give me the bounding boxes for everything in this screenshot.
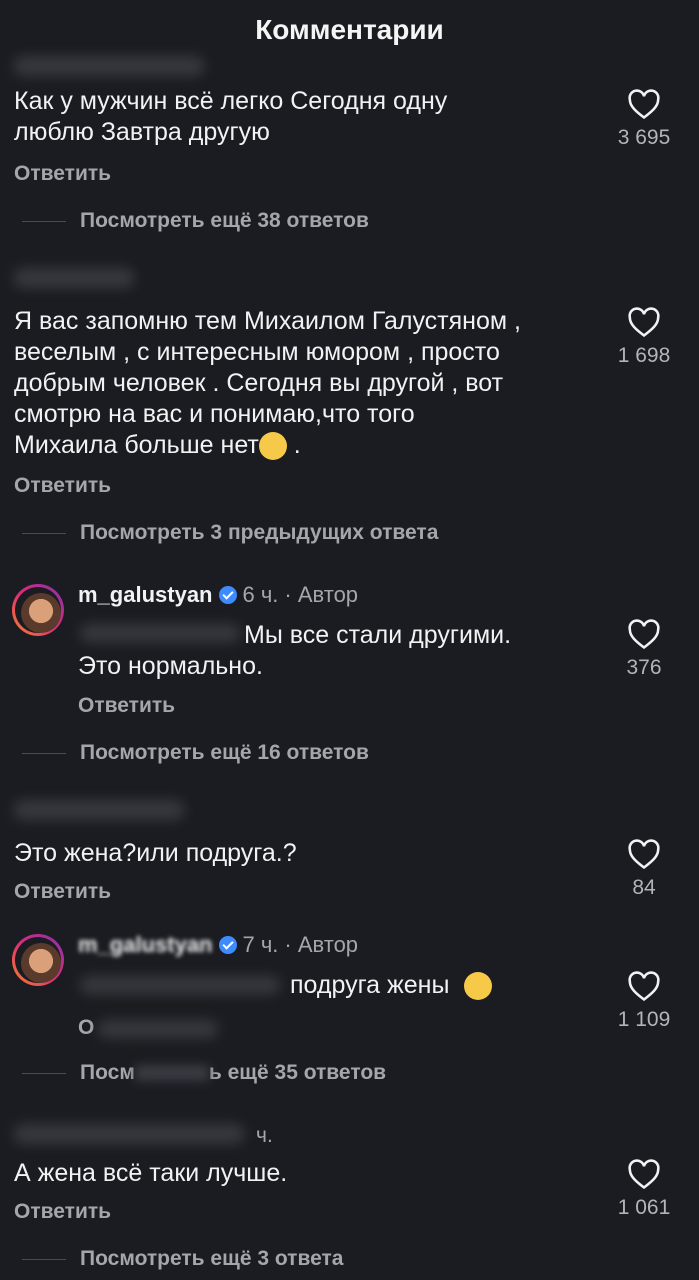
- view-previous-replies[interactable]: Посмотреть 3 предыдущих ответа: [22, 518, 438, 548]
- view-more-replies[interactable]: Посмотреть ещё 16 ответов: [22, 738, 369, 768]
- author-tag: · Автор: [284, 582, 359, 607]
- heart-outline-icon: [628, 1159, 660, 1190]
- like-count: 84: [632, 876, 656, 899]
- author-row: m_galustyan 6 ч. · Автор: [78, 582, 358, 608]
- like-button[interactable]: 376: [604, 618, 684, 680]
- avatar[interactable]: [12, 934, 64, 986]
- blurred-username: [14, 56, 204, 76]
- view-more-label: Посмотреть 3 предыдущих ответа: [80, 521, 439, 544]
- comment-text: Это жена?или подруга.?: [14, 839, 297, 867]
- like-count: 1 061: [617, 1196, 671, 1219]
- view-more-replies[interactable]: Посмотреть ещё 3 ответа: [22, 1244, 343, 1274]
- comment-text: Как у мужчин всё легко Сегодня одну любл…: [14, 87, 448, 146]
- like-button[interactable]: 1 698: [604, 306, 684, 368]
- timestamp: 7 ч.: [242, 932, 279, 957]
- view-more-label: Посм ь ещё 35 ответов: [80, 1061, 387, 1084]
- blurred-username: [14, 800, 184, 820]
- reply-button[interactable]: О: [78, 1016, 94, 1040]
- blurred-mention: [80, 976, 280, 994]
- author-tag: · Автор: [284, 932, 359, 957]
- comment-text: Это нормально.: [78, 652, 263, 680]
- heart-outline-icon: [628, 89, 660, 120]
- reply-button[interactable]: Ответить: [14, 162, 111, 186]
- timestamp: ч.: [256, 1124, 273, 1147]
- comment-text: подруга жены: [290, 970, 493, 1001]
- avatar[interactable]: [12, 584, 64, 636]
- author-row: m_galustyan 7 ч. · Автор: [78, 932, 358, 958]
- page-title: Комментарии: [255, 14, 444, 45]
- author-name[interactable]: m_galustyan: [78, 582, 213, 608]
- view-more-replies[interactable]: Посмотреть ещё 38 ответов: [22, 206, 369, 236]
- like-button[interactable]: 3 695: [604, 88, 684, 150]
- heart-outline-icon: [628, 971, 660, 1002]
- like-count: 376: [626, 656, 662, 679]
- verified-badge-icon: [218, 586, 237, 604]
- view-more-label: Посмотреть ещё 3 ответа: [80, 1247, 344, 1270]
- divider: [22, 1258, 66, 1260]
- verified-badge-icon: [218, 936, 237, 954]
- blurred-area: [98, 1020, 218, 1038]
- divider: [22, 752, 66, 754]
- reply-button[interactable]: Ответить: [14, 474, 111, 498]
- comment-text: Мы все стали другими.: [244, 621, 512, 649]
- reply-button[interactable]: Ответить: [78, 694, 175, 718]
- divider: [22, 532, 66, 534]
- reply-button[interactable]: Ответить: [14, 1200, 111, 1224]
- like-count: 1 109: [617, 1008, 671, 1031]
- like-button[interactable]: 1 109: [604, 970, 684, 1032]
- timestamp: 6 ч.: [242, 582, 279, 607]
- divider: [22, 1072, 66, 1074]
- divider: [22, 220, 66, 222]
- blurred-username: [14, 1124, 244, 1144]
- like-count: 3 695: [617, 126, 671, 149]
- laughing-emoji-icon: [464, 972, 493, 1001]
- reply-button[interactable]: Ответить: [14, 880, 111, 904]
- view-more-replies[interactable]: Посм ь ещё 35 ответов: [22, 1058, 386, 1088]
- comment-text: А жена всё таки лучше.: [14, 1159, 288, 1187]
- like-count: 1 698: [617, 344, 671, 367]
- view-more-label: Посмотреть ещё 38 ответов: [80, 209, 369, 232]
- heart-outline-icon: [628, 307, 660, 338]
- blurred-username: [14, 268, 134, 288]
- comment-text: Я вас запомню тем Михаилом Галустяном , …: [14, 307, 521, 461]
- like-button[interactable]: 84: [604, 838, 684, 900]
- heart-outline-icon: [628, 839, 660, 870]
- view-more-label: Посмотреть ещё 16 ответов: [80, 741, 369, 764]
- like-button[interactable]: 1 061: [604, 1158, 684, 1220]
- pensive-emoji-icon: [258, 432, 287, 461]
- heart-outline-icon: [628, 619, 660, 650]
- author-name[interactable]: m_galustyan: [78, 932, 213, 958]
- blurred-mention: [80, 624, 240, 642]
